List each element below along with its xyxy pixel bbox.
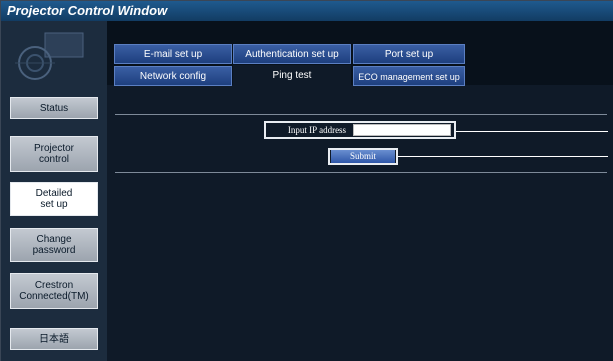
tab-ping-test[interactable]: Ping test bbox=[233, 65, 351, 89]
tab-port-set-up[interactable]: Port set up bbox=[353, 44, 465, 64]
sidebar-item-crestron-connected[interactable]: Crestron Connected(TM) bbox=[10, 273, 98, 309]
sidebar: Status Projector control Detailed set up… bbox=[1, 21, 107, 361]
sidebar-item-status[interactable]: Status bbox=[10, 97, 98, 119]
ip-address-label: Input IP address bbox=[287, 125, 347, 135]
submit-button[interactable]: Submit bbox=[331, 150, 395, 163]
sidebar-item-detailed-set-up[interactable]: Detailed set up bbox=[10, 182, 98, 216]
main-content: E-mail set up Authentication set up Port… bbox=[107, 21, 613, 361]
projector-logo-icon bbox=[15, 32, 84, 80]
sidebar-item-japanese[interactable]: 日本語 bbox=[10, 328, 98, 350]
projector-control-window: Projector Control Window Status Projecto… bbox=[0, 0, 613, 361]
ip-address-input[interactable] bbox=[353, 124, 451, 136]
tab-authentication-set-up[interactable]: Authentication set up bbox=[233, 44, 351, 64]
sidebar-item-change-password[interactable]: Change password bbox=[10, 228, 98, 262]
divider-top bbox=[115, 114, 607, 115]
tab-network-config[interactable]: Network config bbox=[114, 66, 232, 86]
divider-bottom bbox=[115, 172, 607, 173]
tab-email-set-up[interactable]: E-mail set up bbox=[114, 44, 232, 64]
sidebar-item-projector-control[interactable]: Projector control bbox=[10, 136, 98, 172]
window-title: Projector Control Window bbox=[1, 1, 613, 21]
tab-eco-management-set-up[interactable]: ECO management set up bbox=[353, 66, 465, 86]
callout-line-ip bbox=[456, 131, 608, 132]
callout-line-submit bbox=[398, 156, 608, 157]
